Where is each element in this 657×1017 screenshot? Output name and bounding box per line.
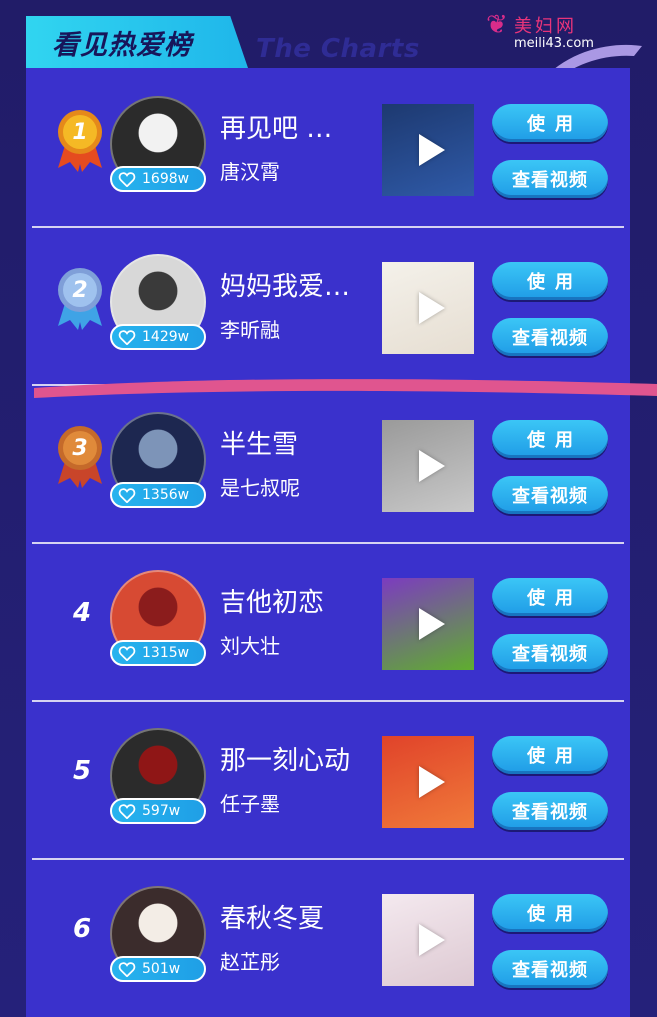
rank-number: 4 — [72, 598, 92, 628]
play-icon[interactable] — [382, 894, 474, 986]
like-count: 1429w — [142, 329, 190, 345]
song-title[interactable]: 那一刻心动 — [220, 740, 376, 777]
row-divider — [32, 542, 624, 544]
page-title: 看见热爱榜 — [52, 29, 192, 61]
artist-name[interactable]: 李昕融 — [220, 314, 280, 343]
page-subtitle: The Charts — [256, 34, 420, 64]
rank-number: 6 — [72, 914, 92, 944]
view-video-button[interactable]: 查看视频 — [492, 792, 608, 830]
like-count-badge: 597w — [110, 798, 206, 824]
view-video-button[interactable]: 查看视频 — [492, 318, 608, 356]
play-icon[interactable] — [382, 104, 474, 196]
view-video-button[interactable]: 查看视频 — [492, 160, 608, 198]
song-cover[interactable] — [382, 262, 474, 354]
song-title[interactable]: 妈妈我爱… — [220, 266, 376, 303]
chart-row: 4 1315w 吉他初恋 刘大壮 使用 查看视频 — [26, 542, 630, 700]
header-tab: 看见热爱榜 — [26, 16, 248, 68]
song-cover[interactable] — [382, 420, 474, 512]
charts-page: 看见热爱榜 The Charts ❦ 美妇网 meili43.com 1 169… — [0, 0, 657, 1017]
song-title[interactable]: 吉他初恋 — [220, 582, 376, 619]
chart-row: 3 1356w 半生雪 是七叔呢 使用 查看视频 — [26, 384, 630, 542]
heart-icon — [118, 330, 136, 345]
artist-name[interactable]: 赵芷彤 — [220, 946, 280, 975]
play-icon[interactable] — [382, 262, 474, 354]
use-button[interactable]: 使用 — [492, 894, 608, 932]
like-count-badge: 1698w — [110, 166, 206, 192]
song-cover[interactable] — [382, 736, 474, 828]
use-button[interactable]: 使用 — [492, 736, 608, 774]
artist-name[interactable]: 任子墨 — [220, 788, 280, 817]
heart-icon — [118, 646, 136, 661]
watermark-logo-icon: ❦ — [486, 10, 508, 40]
song-cover[interactable] — [382, 578, 474, 670]
rank-number: 5 — [72, 756, 92, 786]
rank-number: 1 — [72, 120, 88, 145]
play-icon[interactable] — [382, 578, 474, 670]
song-title[interactable]: 春秋冬夏 — [220, 898, 376, 935]
chart-list: 1 1698w 再见吧 … 唐汉霄 使用 查看视频 2 1429w 妈妈我爱… … — [26, 68, 630, 1017]
pink-annotation-line — [34, 379, 657, 398]
like-count: 501w — [142, 961, 181, 977]
like-count-badge: 501w — [110, 956, 206, 982]
watermark-brand: 美妇网 — [514, 16, 577, 37]
song-cover[interactable] — [382, 104, 474, 196]
chart-row: 2 1429w 妈妈我爱… 李昕融 使用 查看视频 — [26, 226, 630, 384]
heart-icon — [118, 804, 136, 819]
row-divider — [32, 700, 624, 702]
row-divider — [32, 858, 624, 860]
rank-number: 2 — [72, 278, 88, 303]
like-count: 597w — [142, 803, 181, 819]
chart-row: 5 597w 那一刻心动 任子墨 使用 查看视频 — [26, 700, 630, 858]
row-divider — [32, 226, 624, 228]
chart-row: 1 1698w 再见吧 … 唐汉霄 使用 查看视频 — [26, 68, 630, 226]
view-video-button[interactable]: 查看视频 — [492, 476, 608, 514]
rank-number: 3 — [72, 436, 88, 461]
use-button[interactable]: 使用 — [492, 578, 608, 616]
song-title[interactable]: 半生雪 — [220, 424, 376, 461]
use-button[interactable]: 使用 — [492, 420, 608, 458]
artist-name[interactable]: 是七叔呢 — [220, 472, 300, 501]
like-count-badge: 1429w — [110, 324, 206, 350]
song-title[interactable]: 再见吧 … — [220, 108, 376, 145]
heart-icon — [118, 488, 136, 503]
use-button[interactable]: 使用 — [492, 104, 608, 142]
like-count-badge: 1315w — [110, 640, 206, 666]
heart-icon — [118, 172, 136, 187]
play-icon[interactable] — [382, 736, 474, 828]
artist-name[interactable]: 刘大壮 — [220, 630, 280, 659]
like-count: 1315w — [142, 645, 190, 661]
song-cover[interactable] — [382, 894, 474, 986]
view-video-button[interactable]: 查看视频 — [492, 950, 608, 988]
use-button[interactable]: 使用 — [492, 262, 608, 300]
artist-name[interactable]: 唐汉霄 — [220, 156, 280, 185]
view-video-button[interactable]: 查看视频 — [492, 634, 608, 672]
play-icon[interactable] — [382, 420, 474, 512]
like-count: 1356w — [142, 487, 190, 503]
heart-icon — [118, 962, 136, 977]
like-count-badge: 1356w — [110, 482, 206, 508]
chart-row: 6 501w 春秋冬夏 赵芷彤 使用 查看视频 — [26, 858, 630, 1016]
like-count: 1698w — [142, 171, 190, 187]
